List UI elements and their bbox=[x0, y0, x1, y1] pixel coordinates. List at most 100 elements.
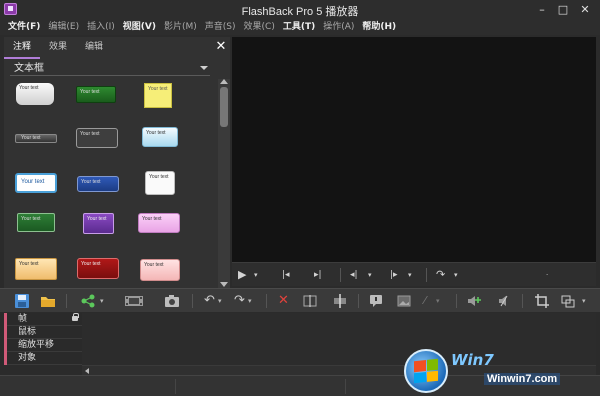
pen-options-chevron-icon[interactable]: ▾ bbox=[436, 293, 452, 309]
menu-actions[interactable]: 操作(A) bbox=[323, 19, 354, 35]
dropdown-label: 文本框 bbox=[14, 63, 44, 74]
window-title: FlashBack Pro 5 播放器 bbox=[241, 6, 359, 18]
track-pan-zoom[interactable]: 缩放平移 bbox=[4, 339, 82, 352]
loop-icon[interactable]: ↷ bbox=[436, 268, 445, 282]
scroll-left-icon[interactable] bbox=[85, 368, 89, 374]
video-preview[interactable] bbox=[232, 37, 596, 262]
undo-options-chevron-icon[interactable]: ▾ bbox=[218, 293, 234, 309]
track-objects[interactable]: 对象 bbox=[4, 352, 82, 365]
image-icon[interactable] bbox=[396, 293, 412, 309]
camera-icon[interactable] bbox=[164, 293, 180, 309]
divider bbox=[66, 294, 67, 308]
callout-text: Your text bbox=[19, 261, 39, 267]
minimize-button[interactable]: – bbox=[532, 2, 552, 17]
track-marker bbox=[4, 326, 7, 339]
callout-rose-box[interactable]: Your text bbox=[140, 259, 180, 281]
status-dot-icon: · bbox=[546, 271, 549, 279]
callout-purple-bubble[interactable]: Your text bbox=[83, 213, 114, 234]
divider bbox=[266, 294, 267, 308]
mute-icon[interactable] bbox=[496, 293, 512, 309]
go-to-start-icon[interactable]: |◂ bbox=[282, 268, 290, 282]
previous-options-chevron-icon[interactable]: ▾ bbox=[368, 268, 372, 282]
callout-dark-bar[interactable]: Your text bbox=[15, 134, 57, 143]
menu-tools[interactable]: 工具(T) bbox=[283, 19, 315, 35]
open-folder-icon[interactable] bbox=[40, 293, 56, 309]
callout-white-box[interactable]: Your text bbox=[145, 171, 175, 195]
callout-sticky-note[interactable]: Your text bbox=[144, 83, 172, 108]
play-icon[interactable]: ▶ bbox=[238, 268, 246, 282]
playback-controls: ▶ ▾ |◂ ▸| ◂| ▾ |▸ ▾ ↷ ▾ · bbox=[232, 262, 596, 286]
callout-text: Your text bbox=[87, 216, 107, 222]
loop-options-chevron-icon[interactable]: ▾ bbox=[454, 268, 458, 282]
menu-insert[interactable]: 插入(I) bbox=[87, 19, 115, 35]
callout-text: Your text bbox=[148, 86, 168, 92]
add-sound-icon[interactable] bbox=[466, 293, 482, 309]
delete-icon[interactable]: ✕ bbox=[278, 293, 294, 309]
panel-tabs: 注释 效果 编辑 bbox=[4, 37, 230, 59]
menu-file[interactable]: 文件(F) bbox=[8, 19, 40, 35]
menu-movie[interactable]: 影片(M) bbox=[164, 19, 197, 35]
divider bbox=[456, 294, 457, 308]
callout-text: Your text bbox=[21, 216, 41, 222]
callout-blue-bubble[interactable]: Your text bbox=[142, 127, 178, 147]
menu-edit[interactable]: 编辑(E) bbox=[48, 19, 79, 35]
windows-logo-watermark bbox=[404, 349, 448, 393]
scroll-down-icon[interactable] bbox=[220, 282, 228, 287]
pan-zoom-icon[interactable] bbox=[560, 293, 576, 309]
track-frames[interactable]: 帧 bbox=[4, 313, 82, 326]
callout-gray-bubble[interactable]: Your text bbox=[16, 83, 54, 105]
save-icon[interactable] bbox=[14, 293, 30, 309]
tab-effects[interactable]: 效果 bbox=[40, 37, 76, 59]
annotation-type-dropdown[interactable]: 文本框 bbox=[10, 62, 210, 76]
tab-edit[interactable]: 编辑 bbox=[76, 37, 112, 59]
scroll-up-icon[interactable] bbox=[220, 79, 228, 84]
callout-pink-bubble[interactable]: Your text bbox=[138, 213, 180, 233]
menu-sound[interactable]: 声音(S) bbox=[205, 19, 236, 35]
timeline-area[interactable] bbox=[82, 313, 596, 365]
callout-text: Your text bbox=[81, 179, 101, 185]
watermark-url: Winwin7.com bbox=[484, 373, 561, 385]
track-label: 缩放平移 bbox=[18, 340, 55, 350]
crop-icon[interactable] bbox=[534, 293, 550, 309]
tab-annotations[interactable]: 注释 bbox=[4, 37, 40, 59]
lock-icon[interactable] bbox=[72, 313, 79, 321]
callout-text: Your text bbox=[21, 179, 45, 185]
play-options-chevron-icon[interactable]: ▾ bbox=[254, 268, 258, 282]
callout-peach-box[interactable]: Your text bbox=[15, 258, 57, 280]
callout-navy-box[interactable]: Your text bbox=[77, 176, 119, 192]
maximize-button[interactable]: □ bbox=[553, 2, 573, 17]
previous-frame-icon[interactable]: ◂| bbox=[350, 268, 358, 282]
next-frame-icon[interactable]: |▸ bbox=[390, 268, 398, 282]
callout-white-blue-border[interactable]: Your text bbox=[15, 173, 57, 193]
split-icon[interactable] bbox=[332, 293, 348, 309]
pan-options-chevron-icon[interactable]: ▾ bbox=[582, 293, 598, 309]
next-options-chevron-icon[interactable]: ▾ bbox=[408, 268, 412, 282]
track-label: 对象 bbox=[18, 353, 37, 363]
callout-dark-bubble[interactable]: Your text bbox=[76, 128, 118, 148]
close-panel-icon[interactable]: ✕ bbox=[214, 39, 228, 55]
callout-red-box[interactable]: Your text bbox=[77, 258, 119, 279]
share-icon[interactable] bbox=[80, 293, 96, 309]
menu-effects[interactable]: 效果(C) bbox=[244, 19, 275, 35]
callout-green-bubble[interactable]: Your text bbox=[17, 213, 55, 232]
divider bbox=[340, 268, 341, 282]
menu-view[interactable]: 视图(V) bbox=[123, 19, 156, 35]
redo-options-chevron-icon[interactable]: ▾ bbox=[248, 293, 264, 309]
film-icon[interactable] bbox=[124, 293, 144, 309]
track-mouse[interactable]: 鼠标 bbox=[4, 326, 82, 339]
menu-help[interactable]: 帮助(H) bbox=[362, 19, 396, 35]
go-to-end-icon[interactable]: ▸| bbox=[314, 268, 322, 282]
callout-text: Your text bbox=[144, 262, 164, 268]
scroll-thumb[interactable] bbox=[220, 87, 228, 127]
comment-icon[interactable] bbox=[368, 293, 384, 309]
divider bbox=[426, 268, 427, 282]
cut-frames-icon[interactable] bbox=[302, 293, 318, 309]
status-segment bbox=[0, 379, 176, 394]
title-bar: FlashBack Pro 5 播放器 – □ ✕ bbox=[0, 0, 600, 19]
callout-green-box[interactable]: Your text bbox=[76, 86, 116, 103]
share-options-chevron-icon[interactable]: ▾ bbox=[100, 293, 116, 309]
divider bbox=[358, 294, 359, 308]
panel-scrollbar[interactable] bbox=[218, 79, 230, 288]
close-button[interactable]: ✕ bbox=[575, 2, 595, 17]
callout-text: Your text bbox=[146, 130, 166, 136]
